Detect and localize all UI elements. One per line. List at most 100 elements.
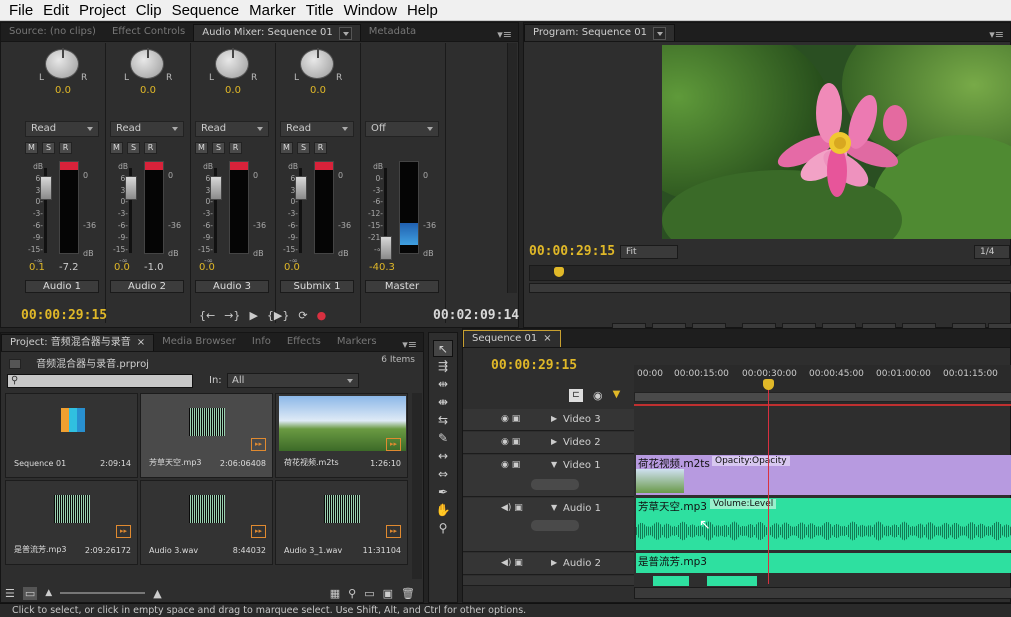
timeline-playhead[interactable] xyxy=(768,379,769,584)
volume-fader[interactable] xyxy=(295,176,307,200)
mute-button[interactable]: M xyxy=(280,142,293,154)
panel-menu-icon[interactable]: ▾≡ xyxy=(983,28,1010,41)
snap-icon[interactable]: ⊏ xyxy=(569,389,583,402)
tab-effects[interactable]: Effects xyxy=(279,334,329,351)
slip-tool-icon[interactable]: ↔ xyxy=(433,448,453,465)
new-bin-icon[interactable]: ▭ xyxy=(364,587,374,600)
menu-sequence[interactable]: Sequence xyxy=(167,0,245,21)
tab-media-browser[interactable]: Media Browser xyxy=(154,334,244,351)
clip-fx-dropdown[interactable]: Opacity:Opacity xyxy=(712,456,790,466)
clip-video-1[interactable]: 荷花视频.m2ts Opacity:Opacity xyxy=(636,455,1011,495)
keyframe-nav-icon[interactable] xyxy=(531,520,579,531)
timeline-h-scrollbar[interactable] xyxy=(634,587,1011,599)
record-button[interactable]: R xyxy=(314,142,327,154)
project-item[interactable]: ▸▸ 芳草天空.mp3 2:06:06408 xyxy=(140,393,273,478)
mixer-timecode-left[interactable]: 00:00:29:15 xyxy=(21,308,107,323)
track-select-tool-icon[interactable]: ⇶ xyxy=(433,358,453,375)
eye-icon[interactable]: ◉ ▣ xyxy=(501,414,520,424)
rate-stretch-tool-icon[interactable]: ⇆ xyxy=(433,412,453,429)
rolling-edit-tool-icon[interactable]: ⇼ xyxy=(433,394,453,411)
automate-icon[interactable]: ▦ xyxy=(330,587,340,600)
tab-source[interactable]: Source: (no clips) xyxy=(1,24,104,41)
zoom-large-icon[interactable]: ▲ xyxy=(153,587,161,600)
tab-info[interactable]: Info xyxy=(244,334,279,351)
close-icon[interactable]: × xyxy=(137,335,145,351)
clip-audio-3b[interactable] xyxy=(707,576,757,586)
menu-window[interactable]: Window xyxy=(339,0,402,21)
clip-audio-1[interactable]: 芳草天空.mp3 Volume:Level xyxy=(636,498,1011,550)
tab-metadata[interactable]: Metadata xyxy=(361,24,424,41)
go-in-icon[interactable]: {← xyxy=(199,309,215,322)
record-icon[interactable]: ● xyxy=(317,309,327,322)
pan-value[interactable]: 0.0 xyxy=(21,85,105,96)
timeline-timecode[interactable]: 00:00:29:15 xyxy=(491,358,577,373)
zoom-slider[interactable] xyxy=(60,592,146,594)
volume-fader[interactable] xyxy=(125,176,137,200)
pen-tool-icon[interactable]: ✒ xyxy=(433,484,453,501)
clip-fx-dropdown[interactable]: Volume:Level xyxy=(710,499,777,509)
speaker-icon[interactable]: ◀) ▣ xyxy=(501,558,523,568)
volume-value[interactable]: 0.0 xyxy=(199,262,215,273)
project-item[interactable]: ▸▸ 荷花视频.m2ts 1:26:10 xyxy=(275,393,408,478)
new-item-icon[interactable]: ▣ xyxy=(383,587,393,600)
panel-menu-icon[interactable]: ▾≡ xyxy=(396,338,423,351)
tab-audio-mixer[interactable]: Audio Mixer: Sequence 01 xyxy=(193,24,361,41)
automation-dropdown[interactable]: Off xyxy=(365,121,439,137)
expand-icon[interactable]: ▶ xyxy=(551,437,557,446)
volume-fader[interactable] xyxy=(380,236,392,260)
chevron-down-icon[interactable] xyxy=(338,26,352,40)
program-time-ruler[interactable] xyxy=(529,265,1011,281)
resolution-dropdown[interactable]: 1/4 xyxy=(974,245,1010,259)
mute-button[interactable]: M xyxy=(25,142,38,154)
tab-markers[interactable]: Markers xyxy=(329,334,385,351)
pan-knob[interactable] xyxy=(130,48,164,79)
solo-button[interactable]: S xyxy=(212,142,225,154)
volume-value[interactable]: 0.0 xyxy=(114,262,130,273)
razor-tool-icon[interactable]: ✎ xyxy=(433,430,453,447)
record-button[interactable]: R xyxy=(144,142,157,154)
play-in-out-icon[interactable]: {▶} xyxy=(267,309,289,322)
work-area-bar[interactable] xyxy=(634,392,1011,402)
chevron-down-icon[interactable] xyxy=(652,26,666,40)
project-item[interactable]: Sequence 01 2:09:14 xyxy=(5,393,138,478)
volume-value[interactable]: 0.1 xyxy=(29,262,45,273)
record-button[interactable]: R xyxy=(59,142,72,154)
volume-fader[interactable] xyxy=(40,176,52,200)
trash-icon[interactable]: 🗑 xyxy=(401,587,415,600)
pan-value[interactable]: 0.0 xyxy=(106,85,190,96)
solo-button[interactable]: S xyxy=(297,142,310,154)
project-scrollbar[interactable] xyxy=(412,393,422,579)
find-icon[interactable]: ⚲ xyxy=(348,587,356,600)
tab-program[interactable]: Program: Sequence 01 xyxy=(524,24,675,41)
tab-sequence-01[interactable]: Sequence 01 × xyxy=(463,330,561,347)
mute-button[interactable]: M xyxy=(110,142,123,154)
project-search-input[interactable]: ⚲ xyxy=(7,374,193,388)
playhead-handle-icon[interactable] xyxy=(763,379,774,390)
selection-tool-icon[interactable]: ↖ xyxy=(433,340,453,357)
solo-button[interactable]: S xyxy=(42,142,55,154)
slide-tool-icon[interactable]: ⇔ xyxy=(433,466,453,483)
add-marker-icon[interactable]: ▼ xyxy=(613,389,621,402)
expand-icon[interactable]: ▶ xyxy=(551,414,557,423)
eye-icon[interactable]: ◉ ▣ xyxy=(501,437,520,447)
pan-value[interactable]: 0.0 xyxy=(276,85,360,96)
menu-edit[interactable]: Edit xyxy=(38,0,74,21)
in-dropdown[interactable]: All xyxy=(227,373,359,388)
program-playhead-icon[interactable] xyxy=(554,267,564,277)
zoom-small-icon[interactable]: ▲ xyxy=(45,588,52,598)
zoom-tool-icon[interactable]: ⚲ xyxy=(433,520,453,537)
project-item[interactable]: ▸▸ Audio 3.wav 8:44032 xyxy=(140,480,273,565)
menu-title[interactable]: Title xyxy=(301,0,339,21)
go-out-icon[interactable]: →} xyxy=(224,309,240,322)
volume-fader[interactable] xyxy=(210,176,222,200)
list-view-icon[interactable]: ☰ xyxy=(5,587,15,600)
icon-view-icon[interactable]: ▭ xyxy=(22,586,38,600)
play-icon[interactable]: ▶ xyxy=(249,309,257,322)
menu-help[interactable]: Help xyxy=(402,0,443,21)
tab-project[interactable]: Project: 音频混合器与录音 × xyxy=(1,334,155,351)
program-zoom-bar[interactable] xyxy=(529,283,1011,293)
volume-value[interactable]: 0.0 xyxy=(284,262,300,273)
menu-file[interactable]: File xyxy=(4,0,38,21)
mixer-scrollbar[interactable] xyxy=(507,43,517,293)
solo-button[interactable]: S xyxy=(127,142,140,154)
